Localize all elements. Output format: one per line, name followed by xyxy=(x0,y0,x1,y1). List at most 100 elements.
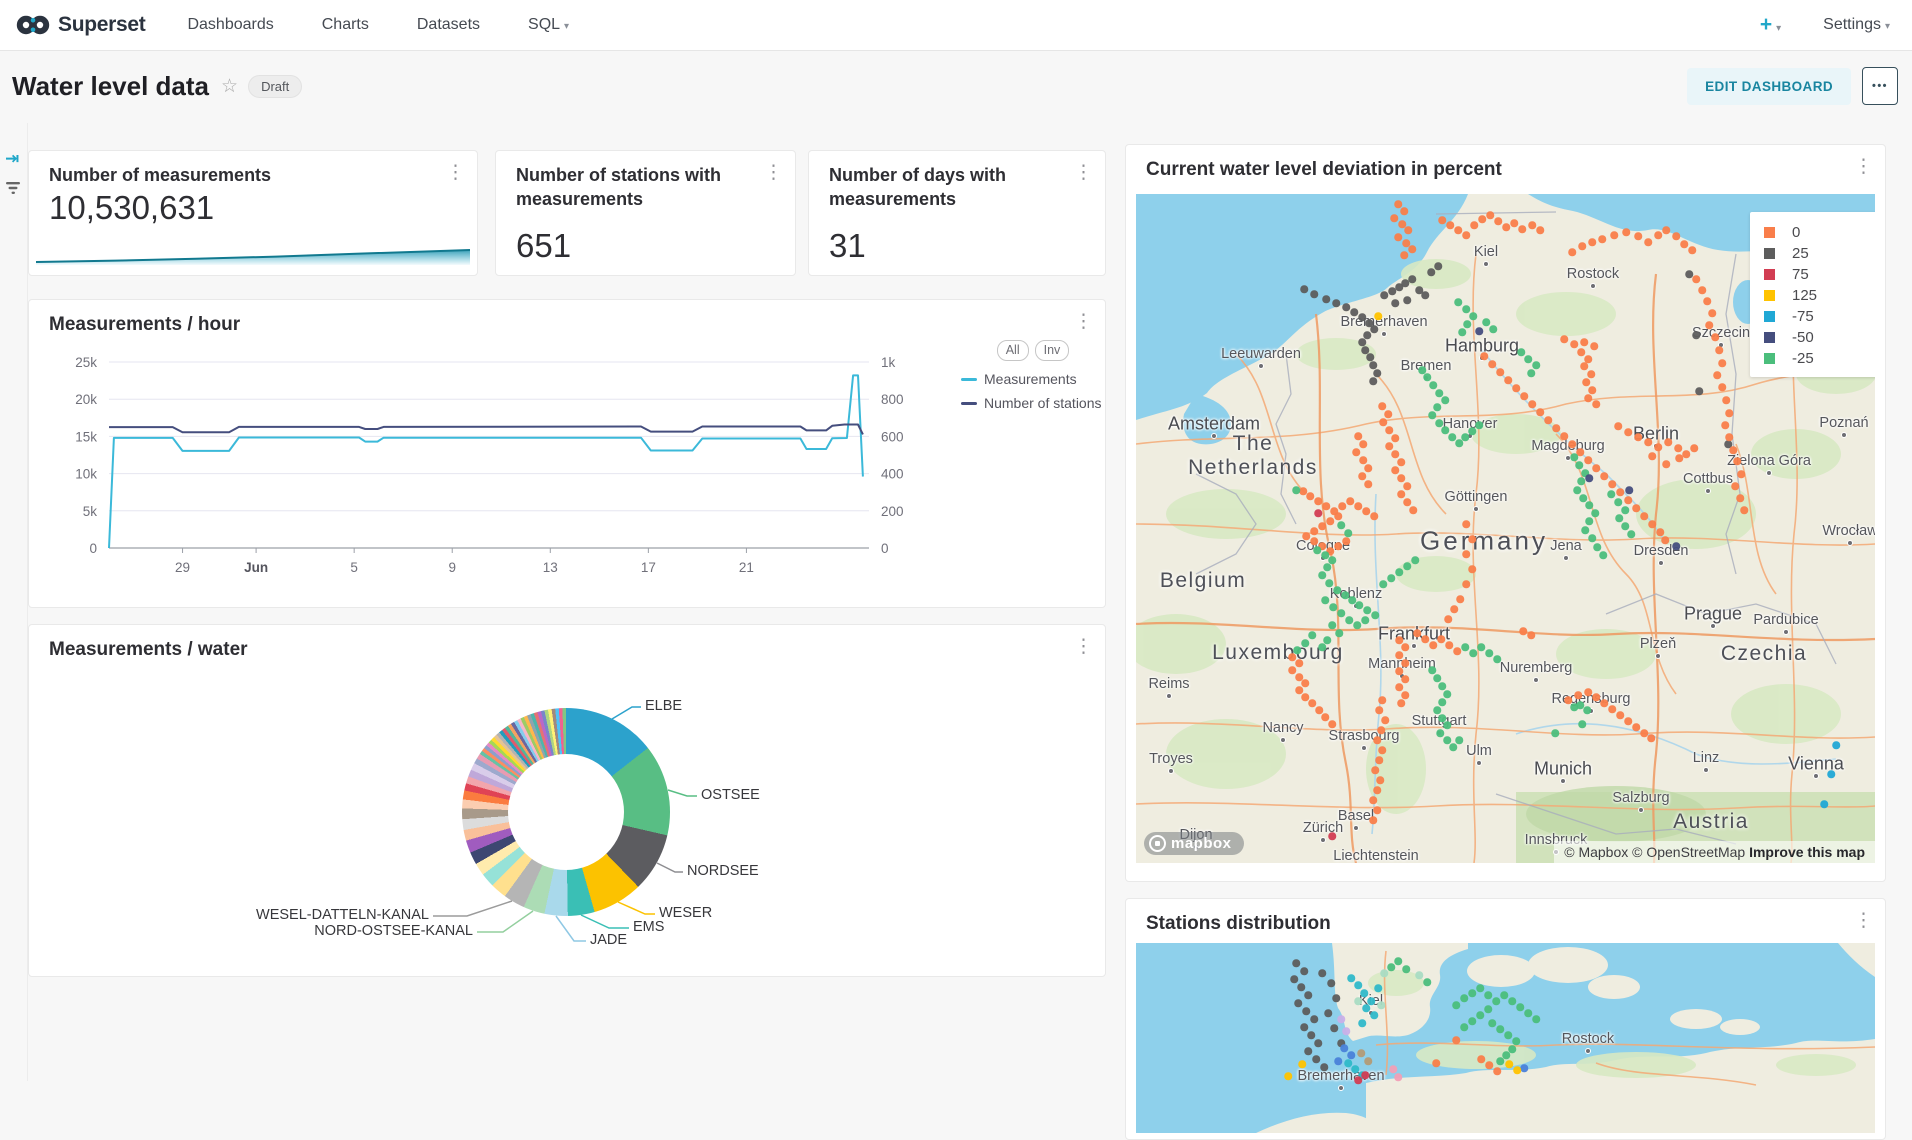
legend-item[interactable]: Number of stations xyxy=(961,395,1105,411)
station-dot xyxy=(1367,997,1375,1005)
card-menu-icon[interactable]: ⋮ xyxy=(1074,163,1093,182)
page-title: Water level data xyxy=(12,71,209,102)
card-menu-icon[interactable]: ⋮ xyxy=(446,163,465,182)
station-dot xyxy=(1585,501,1593,509)
map-legend-item[interactable]: 75 xyxy=(1764,264,1875,285)
svg-text:400: 400 xyxy=(881,467,904,482)
nav-charts[interactable]: Charts xyxy=(322,16,369,34)
station-dot xyxy=(1452,1036,1460,1044)
map-legend-item[interactable]: -25 xyxy=(1764,348,1875,369)
station-dot xyxy=(1321,596,1329,604)
station-dot xyxy=(1827,770,1835,778)
city-dot-icon xyxy=(1813,773,1819,779)
station-dot xyxy=(1290,975,1298,983)
expand-filters-icon[interactable]: ⇥ xyxy=(5,149,19,169)
new-item-button[interactable]: +▾ xyxy=(1760,13,1781,37)
card-menu-icon[interactable]: ⋮ xyxy=(1854,157,1873,176)
station-dot xyxy=(1560,335,1568,343)
legend-pill-all[interactable]: All xyxy=(997,340,1029,361)
station-dot xyxy=(1654,443,1662,451)
card-menu-icon[interactable]: ⋮ xyxy=(764,163,783,182)
stations-map[interactable]: KielRostockBremerhaven xyxy=(1136,943,1875,1133)
map-city-label: Cottbus xyxy=(1683,471,1733,487)
improve-map-link[interactable]: Improve this map xyxy=(1749,844,1865,860)
station-dot xyxy=(1322,502,1330,510)
deviation-map[interactable]: The NetherlandsBelgiumGermanyLuxembourgC… xyxy=(1136,194,1875,863)
map-city-label: Munich xyxy=(1534,759,1592,780)
station-dot xyxy=(1342,1027,1350,1035)
card-menu-icon[interactable]: ⋮ xyxy=(1074,637,1093,656)
city-dot-icon xyxy=(1473,506,1479,512)
station-dot xyxy=(1369,816,1377,824)
kpi-card-measurements: Number of measurements ⋮ 10,530,631 xyxy=(28,150,478,276)
station-dot xyxy=(1435,419,1443,427)
map-legend-item[interactable]: -75 xyxy=(1764,306,1875,327)
map-city-label: Ulm xyxy=(1466,743,1492,759)
station-dot xyxy=(1588,238,1596,246)
station-dot xyxy=(1680,240,1688,248)
card-menu-icon[interactable]: ⋮ xyxy=(1854,911,1873,930)
osm-attribution-link[interactable]: © OpenStreetMap xyxy=(1632,844,1749,860)
station-dot xyxy=(1740,506,1748,514)
station-dot xyxy=(1402,965,1410,973)
legend-item[interactable]: Measurements xyxy=(961,371,1105,387)
settings-menu[interactable]: Settings▾ xyxy=(1823,16,1890,34)
map-country-label: Belgium xyxy=(1160,569,1246,593)
station-dot xyxy=(1403,562,1411,570)
station-dot xyxy=(1435,389,1443,397)
station-dot xyxy=(1462,550,1470,558)
station-dot xyxy=(1504,1031,1512,1039)
station-dot xyxy=(1460,994,1468,1002)
nav-dashboards[interactable]: Dashboards xyxy=(187,16,273,34)
station-dot xyxy=(1300,285,1308,293)
nav-sql[interactable]: SQL▾ xyxy=(528,16,569,34)
map-country-label: Germany xyxy=(1420,526,1548,557)
station-dot xyxy=(1433,674,1441,682)
city-dot-icon xyxy=(1766,470,1772,476)
nav-datasets[interactable]: Datasets xyxy=(417,16,480,34)
mapbox-logo[interactable]: mapbox xyxy=(1144,832,1244,855)
station-dot xyxy=(1357,1049,1365,1057)
station-dot xyxy=(1454,298,1462,306)
station-dot xyxy=(1373,806,1381,814)
edit-dashboard-button[interactable]: EDIT DASHBOARD xyxy=(1687,68,1851,105)
map-city-label: Prague xyxy=(1684,604,1742,625)
superset-logo[interactable]: Superset xyxy=(16,13,145,37)
city-dot-icon xyxy=(1703,767,1709,773)
station-dot xyxy=(1358,1019,1366,1027)
filter-icon[interactable] xyxy=(6,181,22,201)
map-city-label: Pardubice xyxy=(1753,612,1818,628)
station-dot xyxy=(1536,408,1544,416)
station-dot xyxy=(1502,223,1510,231)
station-dot xyxy=(1532,361,1540,369)
station-dot xyxy=(1462,305,1470,313)
station-dot xyxy=(1308,699,1316,707)
deviation-map-card: Current water level deviation in percent… xyxy=(1125,144,1886,882)
station-dot xyxy=(1295,686,1303,694)
map-city-label: Reims xyxy=(1148,676,1189,692)
station-dot xyxy=(1598,235,1606,243)
mapbox-attribution-link[interactable]: © Mapbox xyxy=(1564,844,1632,860)
favorite-star-icon[interactable]: ☆ xyxy=(221,75,238,98)
legend-pill-inv[interactable]: Inv xyxy=(1035,340,1070,361)
map-legend-item[interactable]: 0 xyxy=(1764,222,1875,243)
map-legend-item[interactable]: 125 xyxy=(1764,285,1875,306)
station-dot xyxy=(1462,520,1470,528)
station-dot xyxy=(1584,394,1592,402)
station-dot xyxy=(1675,454,1683,462)
map-legend-item[interactable]: 25 xyxy=(1764,243,1875,264)
map-legend-item[interactable]: -50 xyxy=(1764,327,1875,348)
station-dot xyxy=(1718,383,1726,391)
hour-chart-card: Measurements / hour ⋮ 25k20k15k10k5k01k8… xyxy=(28,299,1106,608)
card-menu-icon[interactable]: ⋮ xyxy=(1074,312,1093,331)
map-city-label: Troyes xyxy=(1149,751,1193,767)
station-dot xyxy=(1468,1017,1476,1025)
station-dot xyxy=(1306,492,1314,500)
station-dot xyxy=(1347,1051,1355,1059)
station-dot xyxy=(1354,502,1362,510)
station-dot xyxy=(1370,1011,1378,1019)
station-dot xyxy=(1648,520,1656,528)
more-options-button[interactable]: ••• xyxy=(1862,67,1898,105)
station-dot xyxy=(1496,1057,1504,1065)
line-chart[interactable]: 25k20k15k10k5k01k800600400200029Jun59131… xyxy=(47,352,947,597)
